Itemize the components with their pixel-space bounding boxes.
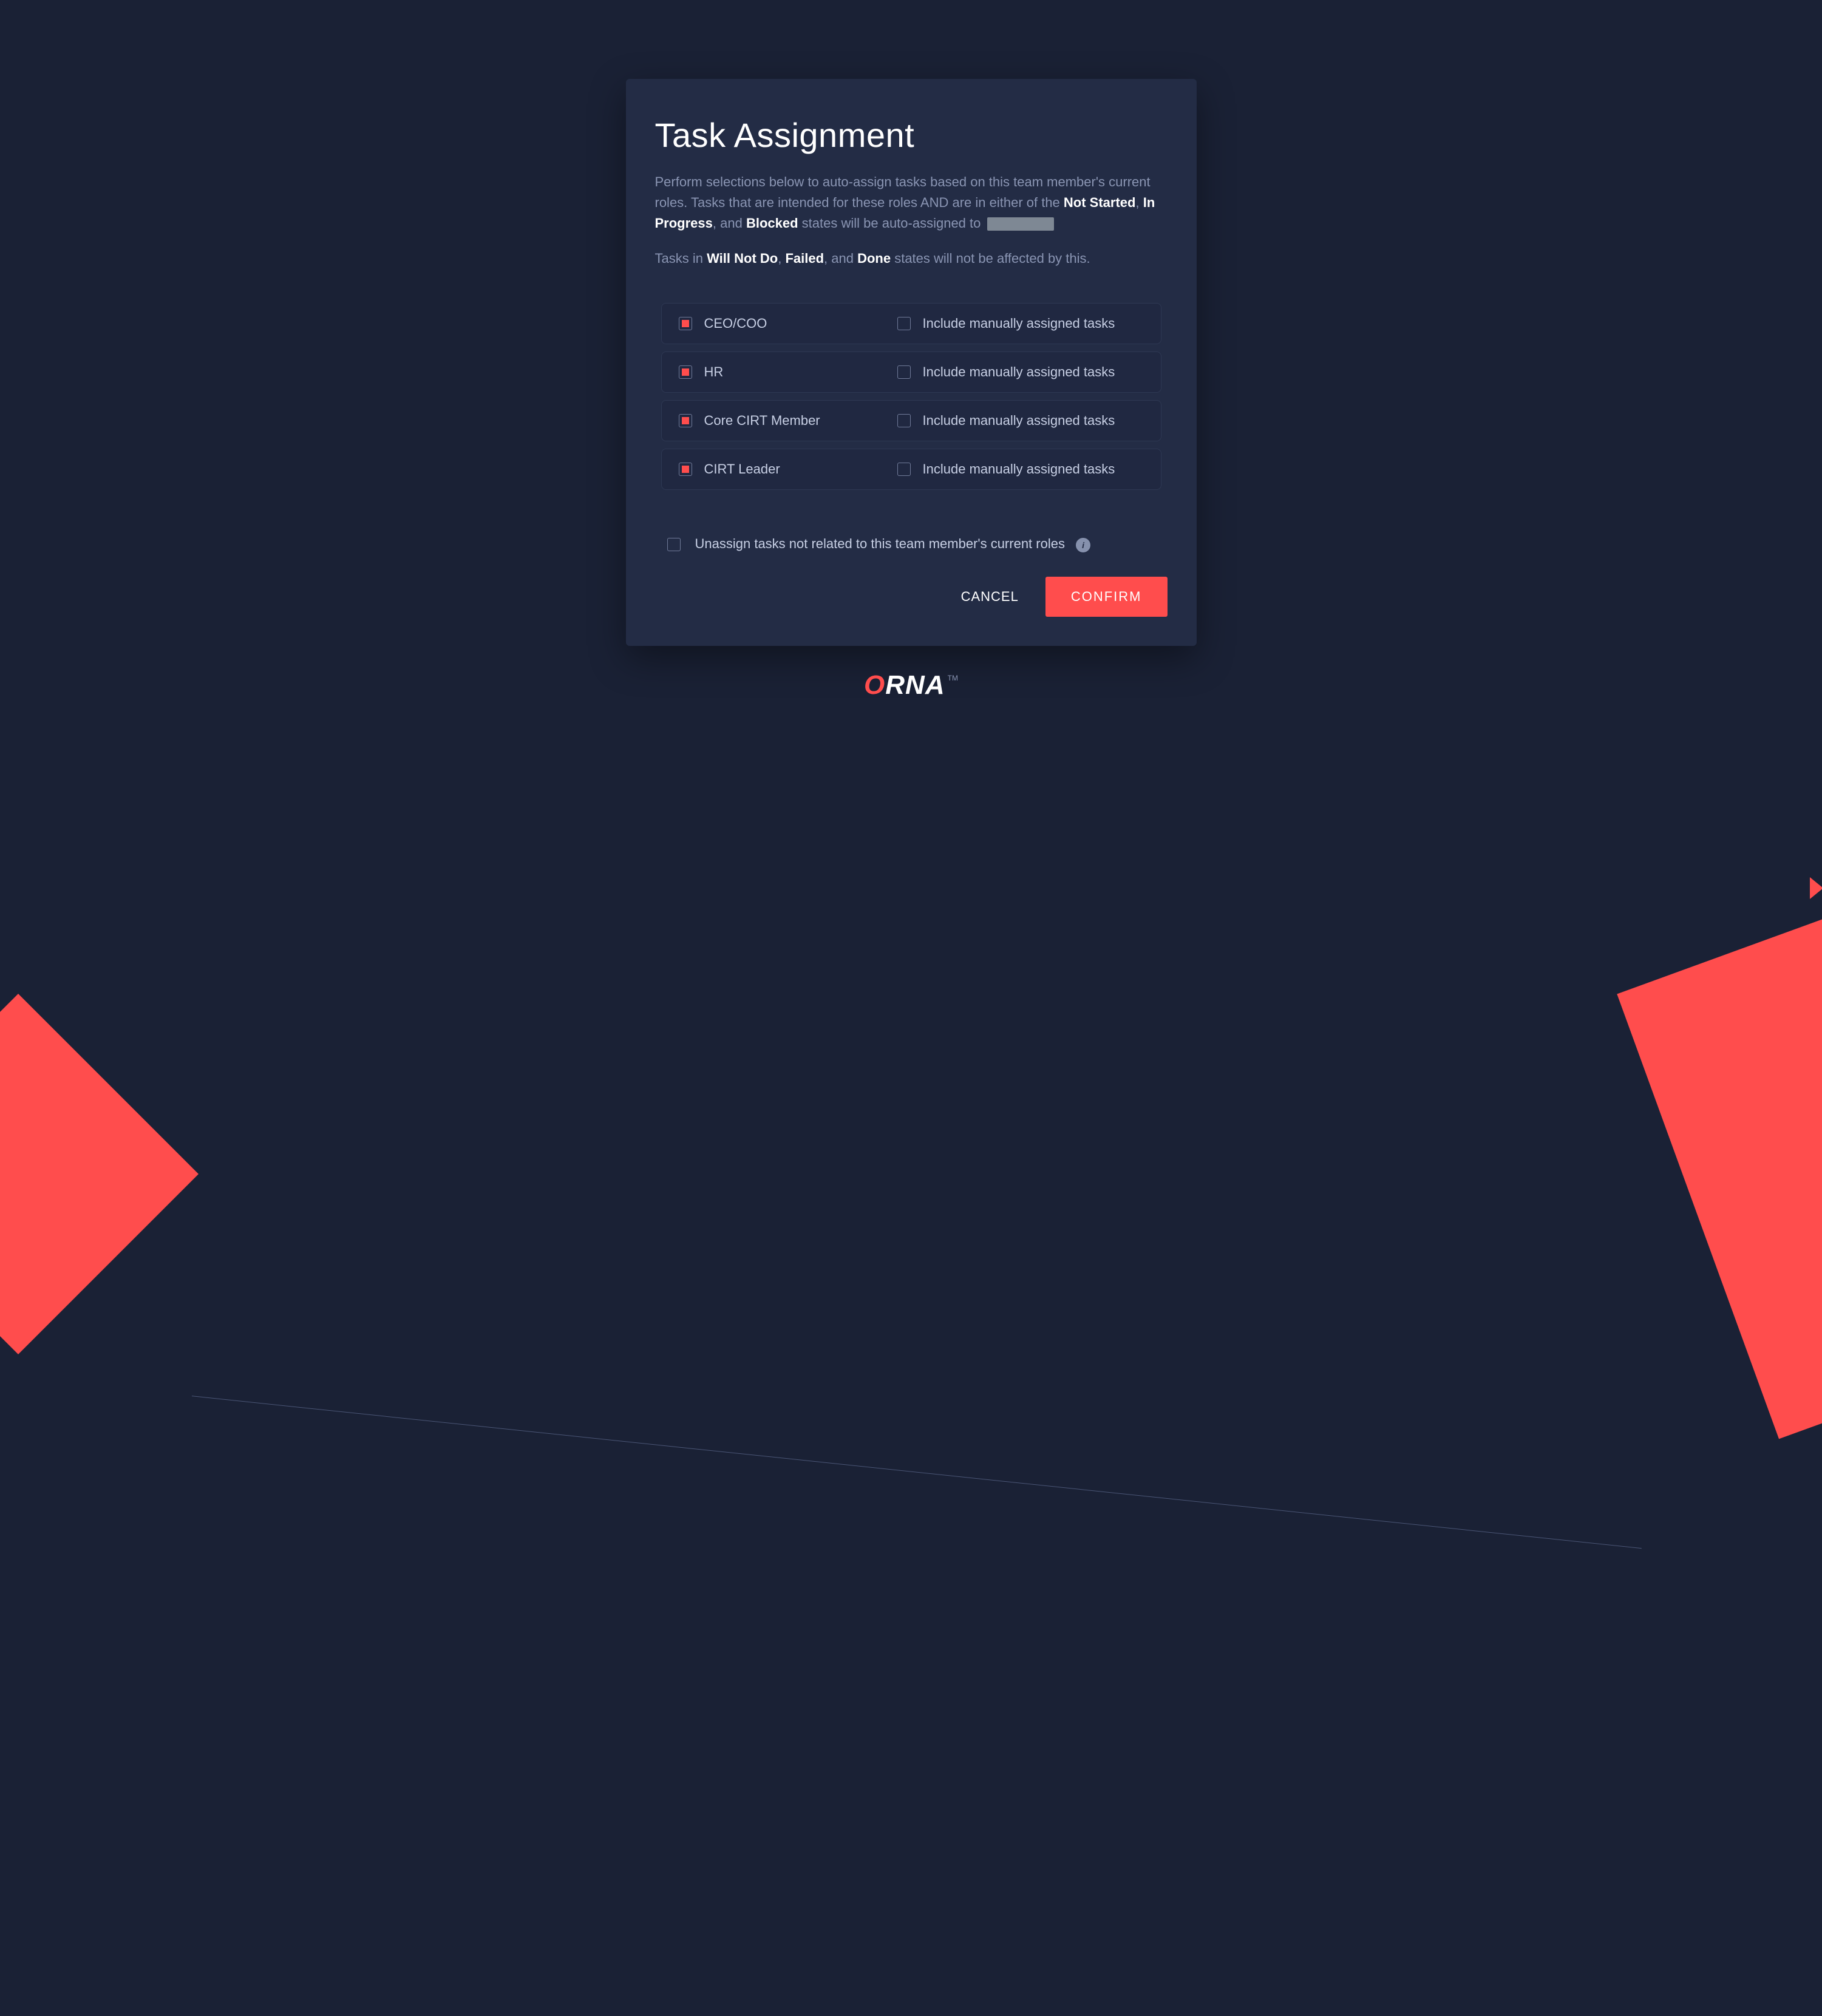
state-blocked: Blocked: [746, 216, 798, 231]
role-row-hr: HR Include manually assigned tasks: [661, 351, 1161, 393]
unassign-text: Unassign tasks not related to this team …: [695, 536, 1065, 551]
desc-text: ,: [778, 251, 785, 266]
role-checkbox[interactable]: [679, 463, 692, 476]
task-assignment-modal: Task Assignment Perform selections below…: [626, 79, 1197, 646]
logo-tm: TM: [948, 674, 958, 682]
include-manually-checkbox[interactable]: [897, 414, 911, 427]
role-label: CIRT Leader: [704, 461, 780, 477]
checkbox-inner-icon: [682, 320, 689, 327]
role-left: CEO/COO: [679, 316, 897, 331]
checkbox-inner-icon: [682, 466, 689, 473]
role-label: Core CIRT Member: [704, 413, 820, 429]
bg-red-shape-left: [0, 994, 199, 1354]
modal-description-2: Tasks in Will Not Do, Failed, and Done s…: [655, 248, 1168, 269]
checkbox-inner-icon: [682, 368, 689, 376]
desc-text: , and: [713, 216, 746, 231]
confirm-button[interactable]: CONFIRM: [1045, 577, 1168, 617]
desc-text: ,: [1135, 195, 1143, 210]
role-right: Include manually assigned tasks: [897, 413, 1144, 429]
modal-title: Task Assignment: [655, 115, 1168, 155]
role-right: Include manually assigned tasks: [897, 316, 1144, 331]
role-label: CEO/COO: [704, 316, 767, 331]
desc-text: Tasks in: [655, 251, 707, 266]
include-manually-checkbox[interactable]: [897, 463, 911, 476]
brand-logo: ORNA TM: [0, 670, 1822, 701]
bg-red-shape-right: [1617, 886, 1822, 1439]
role-label: HR: [704, 364, 724, 380]
include-manually-label: Include manually assigned tasks: [923, 364, 1115, 380]
include-manually-checkbox[interactable]: [897, 365, 911, 379]
role-row-core-cirt-member: Core CIRT Member Include manually assign…: [661, 400, 1161, 441]
role-list: CEO/COO Include manually assigned tasks …: [661, 303, 1161, 490]
cancel-button[interactable]: CANCEL: [961, 589, 1019, 605]
modal-actions: CANCEL CONFIRM: [655, 577, 1168, 617]
include-manually-checkbox[interactable]: [897, 317, 911, 330]
state-will-not-do: Will Not Do: [707, 251, 778, 266]
logo-rest: RNA: [885, 670, 945, 700]
modal-description-1: Perform selections below to auto-assign …: [655, 172, 1168, 234]
checkbox-inner-icon: [682, 417, 689, 424]
role-checkbox[interactable]: [679, 317, 692, 330]
state-failed: Failed: [785, 251, 824, 266]
bg-red-triangle-right: [1810, 877, 1822, 899]
unassign-label: Unassign tasks not related to this team …: [695, 536, 1091, 552]
include-manually-label: Include manually assigned tasks: [923, 316, 1115, 331]
desc-text: , and: [824, 251, 857, 266]
include-manually-label: Include manually assigned tasks: [923, 413, 1115, 429]
role-left: CIRT Leader: [679, 461, 897, 477]
logo-text: ORNA: [864, 670, 945, 701]
info-icon[interactable]: i: [1076, 538, 1090, 552]
role-row-cirt-leader: CIRT Leader Include manually assigned ta…: [661, 449, 1161, 490]
desc-text: states will not be affected by this.: [894, 251, 1090, 266]
role-right: Include manually assigned tasks: [897, 364, 1144, 380]
state-done: Done: [857, 251, 891, 266]
role-checkbox[interactable]: [679, 365, 692, 379]
desc-text: states will be auto-assigned to: [802, 216, 985, 231]
redacted-name: [987, 217, 1054, 231]
unassign-row: Unassign tasks not related to this team …: [667, 536, 1155, 552]
include-manually-label: Include manually assigned tasks: [923, 461, 1115, 477]
logo-letter-o: O: [864, 670, 885, 700]
role-left: Core CIRT Member: [679, 413, 897, 429]
role-left: HR: [679, 364, 897, 380]
role-right: Include manually assigned tasks: [897, 461, 1144, 477]
role-checkbox[interactable]: [679, 414, 692, 427]
state-not-started: Not Started: [1064, 195, 1136, 210]
unassign-checkbox[interactable]: [667, 538, 681, 551]
role-row-ceo-coo: CEO/COO Include manually assigned tasks: [661, 303, 1161, 344]
bg-line-bottom: [107, 1396, 1641, 2016]
